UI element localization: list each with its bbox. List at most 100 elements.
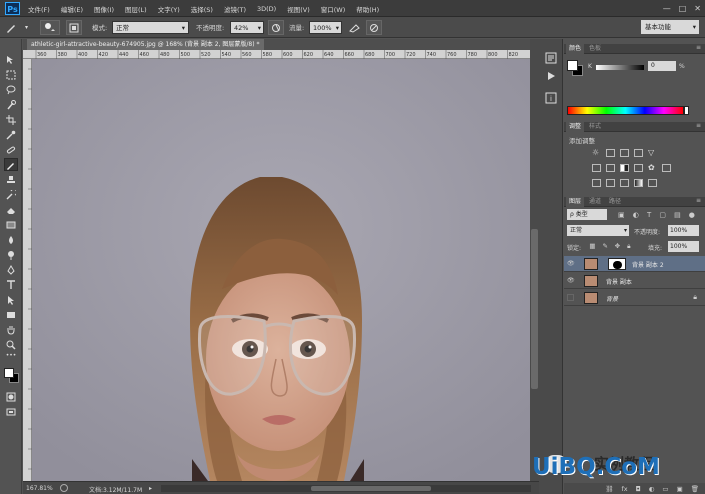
lasso-tool-icon[interactable]: [4, 83, 18, 96]
layer-opacity-field[interactable]: 100%: [668, 225, 699, 236]
brightness-contrast-icon[interactable]: ☼: [592, 149, 601, 157]
brush-panel-toggle-icon[interactable]: [66, 20, 82, 35]
invert-icon[interactable]: [592, 179, 601, 187]
mode-select[interactable]: 正常 ▾: [112, 21, 189, 34]
eye-icon[interactable]: 👁︎: [567, 260, 575, 267]
menu-layer[interactable]: 图层(L): [125, 4, 147, 14]
zoom-tool-icon[interactable]: [4, 338, 18, 351]
lock-all-icon[interactable]: 🔒︎: [627, 242, 630, 251]
foreground-color-swatch[interactable]: [4, 368, 14, 378]
blur-tool-icon[interactable]: [4, 233, 18, 246]
lock-image-icon[interactable]: ✎: [602, 242, 607, 250]
tab-styles[interactable]: 样式: [586, 122, 604, 132]
menu-view[interactable]: 视图(V): [287, 4, 310, 14]
exposure-icon[interactable]: [634, 149, 643, 157]
lock-transparency-icon[interactable]: ▦: [589, 242, 595, 250]
menu-3d[interactable]: 3D(D): [257, 5, 276, 13]
menu-help[interactable]: 帮助(H): [356, 4, 379, 14]
canvas-vertical-scrollbar[interactable]: [530, 39, 539, 481]
tool-preset-dropdown-icon[interactable]: ▾: [22, 20, 31, 35]
lock-position-icon[interactable]: ✥: [615, 242, 620, 250]
spectrum-white-swatch[interactable]: [684, 106, 689, 115]
history-panel-icon[interactable]: [544, 51, 558, 65]
tab-color[interactable]: 颜色: [566, 44, 585, 54]
panel-menu-icon[interactable]: ≡: [696, 197, 701, 204]
layer-name[interactable]: 背景 副本 2: [632, 260, 664, 269]
black-white-icon[interactable]: [620, 164, 629, 172]
dodge-tool-icon[interactable]: [4, 248, 18, 261]
panel-menu-icon[interactable]: ≡: [696, 122, 701, 129]
color-balance-icon[interactable]: [606, 164, 615, 172]
flow-field[interactable]: 100% ▾: [309, 21, 342, 34]
channel-mixer-icon[interactable]: ✿: [648, 164, 657, 172]
shape-filter-icon[interactable]: ▢: [659, 211, 666, 219]
layer-row-background[interactable]: 背景 🔒︎: [564, 290, 705, 306]
layer-row-background-copy[interactable]: 👁︎ 背景 副本: [564, 273, 705, 289]
levels-icon[interactable]: [606, 149, 615, 157]
status-info-icon[interactable]: [60, 484, 68, 492]
layer-name[interactable]: 背景: [606, 294, 618, 303]
properties-panel-icon[interactable]: i: [544, 91, 558, 105]
type-filter-icon[interactable]: T: [647, 211, 651, 219]
menu-filter[interactable]: 滤镜(T): [224, 4, 246, 14]
layer-filter-select[interactable]: ρ 类型: [567, 209, 607, 220]
actions-panel-icon[interactable]: [544, 69, 558, 83]
menu-select[interactable]: 选择(S): [191, 4, 213, 14]
menu-edit[interactable]: 编辑(E): [61, 4, 83, 14]
quick-selection-tool-icon[interactable]: [4, 98, 18, 111]
document-tab[interactable]: athletic-girl-attractive-beauty-674905.j…: [27, 39, 264, 50]
color-spectrum-bar[interactable]: [567, 106, 684, 115]
pixel-filter-icon[interactable]: ▣: [618, 211, 625, 219]
history-brush-tool-icon[interactable]: [4, 188, 18, 201]
hue-saturation-icon[interactable]: [592, 164, 601, 172]
color-lookup-icon[interactable]: [662, 164, 671, 172]
scrollbar-thumb[interactable]: [531, 229, 538, 389]
threshold-icon[interactable]: [620, 179, 629, 187]
pressure-size-icon[interactable]: [366, 20, 382, 35]
tab-paths[interactable]: 路径: [606, 197, 624, 207]
photo-filter-icon[interactable]: [634, 164, 643, 172]
eyedropper-tool-icon[interactable]: [4, 128, 18, 141]
document-canvas[interactable]: [32, 59, 530, 481]
tab-swatches[interactable]: 色板: [586, 44, 604, 54]
layer-mask-thumbnail[interactable]: [608, 258, 626, 270]
selective-color-icon[interactable]: [648, 179, 657, 187]
move-tool-icon[interactable]: [4, 53, 18, 66]
fill-field[interactable]: 100%: [668, 241, 699, 252]
brush-size-picker[interactable]: [40, 20, 60, 35]
curves-icon[interactable]: [620, 149, 629, 157]
type-tool-icon[interactable]: [4, 278, 18, 291]
gradient-tool-icon[interactable]: [4, 218, 18, 231]
opacity-field[interactable]: 42% ▾: [230, 21, 264, 34]
color-panel-foreground-swatch[interactable]: [567, 60, 578, 71]
brush-tool-icon[interactable]: [3, 20, 19, 35]
posterize-icon[interactable]: [606, 179, 615, 187]
more-tools-icon[interactable]: •••: [4, 351, 18, 360]
filter-toggle-icon[interactable]: ●: [689, 211, 695, 219]
smart-object-filter-icon[interactable]: ▤: [674, 211, 681, 219]
hidden-eye-icon[interactable]: [567, 294, 574, 301]
layer-row-background-copy-2[interactable]: 👁︎ 背景 副本 2: [564, 256, 705, 272]
pen-tool-icon[interactable]: [4, 263, 18, 276]
close-button[interactable]: ✕: [694, 4, 701, 13]
blend-mode-select[interactable]: 正常 ▾: [567, 225, 629, 236]
workspace-select[interactable]: 基本功能 ▾: [641, 20, 699, 34]
horizontal-scrollbar[interactable]: [161, 485, 531, 492]
gradient-map-icon[interactable]: [634, 179, 643, 187]
screen-mode-icon[interactable]: [4, 405, 18, 418]
k-value-field[interactable]: 0: [648, 61, 676, 71]
eraser-tool-icon[interactable]: [4, 203, 18, 216]
brush-tool-icon[interactable]: [4, 158, 18, 171]
tab-channels[interactable]: 通道: [586, 197, 604, 207]
pressure-opacity-icon[interactable]: [268, 20, 284, 35]
vibrance-icon[interactable]: ▽: [648, 149, 657, 157]
menu-file[interactable]: 文件(F): [28, 4, 50, 14]
zoom-level[interactable]: 167.81%: [26, 485, 53, 492]
menu-type[interactable]: 文字(Y): [158, 4, 180, 14]
adjustment-filter-icon[interactable]: ◐: [633, 211, 639, 219]
panel-menu-icon[interactable]: ≡: [696, 44, 701, 51]
layer-name[interactable]: 背景 副本: [606, 277, 632, 286]
path-selection-tool-icon[interactable]: [4, 293, 18, 306]
tab-adjustments[interactable]: 调整: [566, 122, 585, 132]
maximize-button[interactable]: □: [679, 4, 687, 13]
